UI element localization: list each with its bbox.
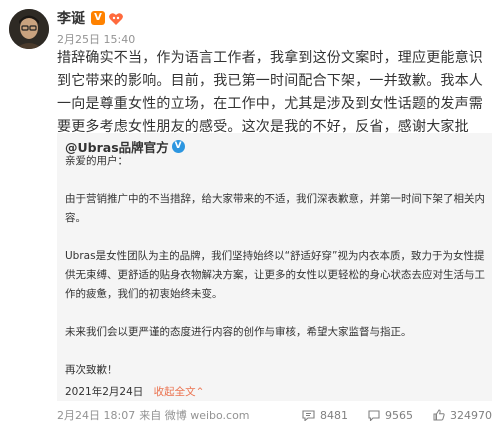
comment-button[interactable]: 9565 [368, 409, 413, 422]
like-button[interactable]: 324970 [433, 409, 492, 422]
repost-date: 2021年2月24日 [65, 386, 144, 398]
author-avatar[interactable] [9, 9, 49, 49]
collapse-full-text-link[interactable]: 收起全文⌃ [154, 386, 205, 398]
collapse-label: 收起全文 [153, 386, 196, 398]
repost-card: @Ubras品牌官方 V 亲爱的用户： 由于营销推广中的不当措辞，给大家带来的不… [57, 133, 492, 401]
vip-v-icon[interactable]: V [91, 11, 105, 25]
repost-timestamp[interactable]: 2月24日 18:07 [57, 407, 135, 423]
repost-content: 亲爱的用户： 由于营销推广中的不当措辞，给大家带来的不适，我们深表歉意，并第一时… [65, 152, 485, 380]
weibo-post: 李诞 V 2月25日 15:40 措辞确实不当，作为语言工作者，我拿到这份文案时… [0, 0, 500, 434]
verified-v-icon: V [171, 139, 185, 153]
like-count: 324970 [450, 408, 492, 422]
repost-icon [302, 409, 315, 421]
author-name[interactable]: 李诞 [57, 8, 85, 28]
repost-footer: 2021年2月24日 收起全文⌃ [65, 384, 204, 399]
repost-paragraph: 由于营销推广中的不当措辞，给大家带来的不适，我们深表歉意，并第一时间下架了相关内… [65, 193, 485, 224]
repost-source[interactable]: 来自 微博 weibo.com [139, 407, 249, 423]
repost-paragraph: 未来我们会以更严谨的态度进行内容的创作与审核，希望大家监督与指正。 [65, 326, 412, 338]
comment-count: 9565 [385, 408, 413, 422]
repost-paragraph: 再次致歉！ [65, 364, 118, 376]
repost-count: 8481 [320, 408, 348, 422]
heart-icon[interactable] [108, 11, 124, 25]
repost-action-bar: 2月24日 18:07 来自 微博 weibo.com 8481 9565 32… [57, 405, 492, 425]
repost-paragraph: Ubras是女性团队为主的品牌，我们坚持始终以“舒适好穿”视为内衣本质，致力于为… [65, 250, 485, 300]
like-icon [433, 409, 445, 421]
post-timestamp[interactable]: 2月25日 15:40 [57, 31, 135, 47]
repost-greeting: 亲爱的用户： [65, 155, 128, 167]
comment-icon [368, 409, 380, 421]
collapse-arrow-icon: ⌃ [195, 386, 205, 398]
author-line: 李诞 V [57, 9, 124, 27]
repost-button[interactable]: 8481 [302, 409, 348, 422]
action-group: 8481 9565 324970 [282, 409, 492, 422]
